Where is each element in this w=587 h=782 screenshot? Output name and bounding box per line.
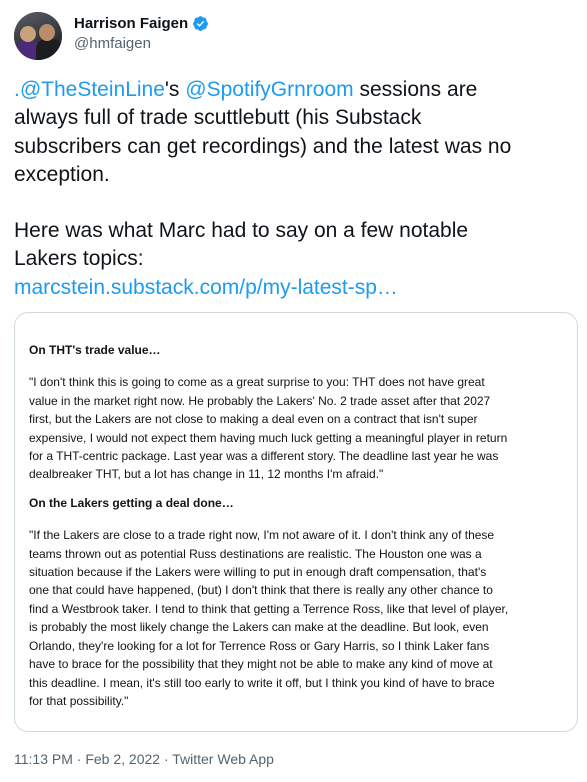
quote-line: "I don't think this is going to come as … <box>29 375 485 390</box>
quote-line: first, but the Lakers are not close to m… <box>29 412 478 427</box>
tweet-header: Harrison Faigen @hmfaigen <box>14 12 209 60</box>
tweet-timestamp[interactable]: 11:13 PM · Feb 2, 2022 · Twitter Web App <box>14 751 274 767</box>
quote-line: teams thrown out as potential Russ desti… <box>29 546 482 561</box>
tweet-line: Lakers topics: <box>14 247 144 271</box>
verified-badge-icon <box>193 16 209 31</box>
quote-line: dealbreaker THT, but a lot has change in… <box>29 467 384 482</box>
tweet-text-fragment: 's <box>164 78 186 101</box>
quote-line: have to brace for the possibility that t… <box>29 657 493 672</box>
quote-paragraph: "I don't think this is going to come as … <box>29 373 559 483</box>
tweet-line: .@TheSteinLine's @SpotifyGrnroom session… <box>14 76 574 104</box>
handle[interactable]: @hmfaigen <box>74 35 209 52</box>
tweet-text-fragment: sessions are <box>353 78 478 101</box>
quote-line: for that possibility." <box>29 693 129 708</box>
quote-line: value in the market right now. He probab… <box>29 393 491 408</box>
quote-paragraph: "If the Lakers are close to a trade righ… <box>29 526 559 710</box>
quote-line: Orlando, they're looking for a lot for T… <box>29 638 490 653</box>
article-link[interactable]: marcstein.substack.com/p/my-latest-sp… <box>14 276 398 299</box>
author-names: Harrison Faigen @hmfaigen <box>74 15 209 52</box>
quote-line: is probably the most likely change the L… <box>29 620 489 635</box>
quote-line: for a THT-centric package. Last year was… <box>29 449 499 464</box>
mention-link[interactable]: @SpotifyGrnroom <box>185 78 353 101</box>
tweet-text: .@TheSteinLine's @SpotifyGrnroom session… <box>14 76 574 302</box>
tweet-line: exception. <box>14 162 110 186</box>
display-name[interactable]: Harrison Faigen <box>74 15 188 32</box>
quote-line: find a Westbrook taker. I tend to think … <box>29 601 509 616</box>
attached-image[interactable]: On THT's trade value… "I don't think thi… <box>14 312 578 732</box>
section-heading: On THT's trade value… <box>29 343 161 357</box>
tweet-line: Here was what Marc had to say on a few n… <box>14 219 469 243</box>
section-heading: On the Lakers getting a deal done… <box>29 495 234 510</box>
quote-line: one that could have happened, (but) I do… <box>29 583 493 598</box>
quote-line: "If the Lakers are close to a trade righ… <box>29 528 495 543</box>
display-name-row: Harrison Faigen <box>74 15 209 32</box>
quote-line: situation because if the Lakers were wil… <box>29 565 487 580</box>
quote-line: expensive, I would not expect them havin… <box>29 430 508 445</box>
image-text: On THT's trade value… "I don't think thi… <box>29 341 559 710</box>
mention-link[interactable]: .@TheSteinLine <box>14 78 165 101</box>
tweet-line: always full of trade scuttlebutt (his Su… <box>14 106 422 130</box>
quote-line: this deadline. I mean, it's still too ea… <box>29 675 495 690</box>
avatar[interactable] <box>14 12 62 60</box>
tweet-line: subscribers can get recordings) and the … <box>14 134 512 158</box>
